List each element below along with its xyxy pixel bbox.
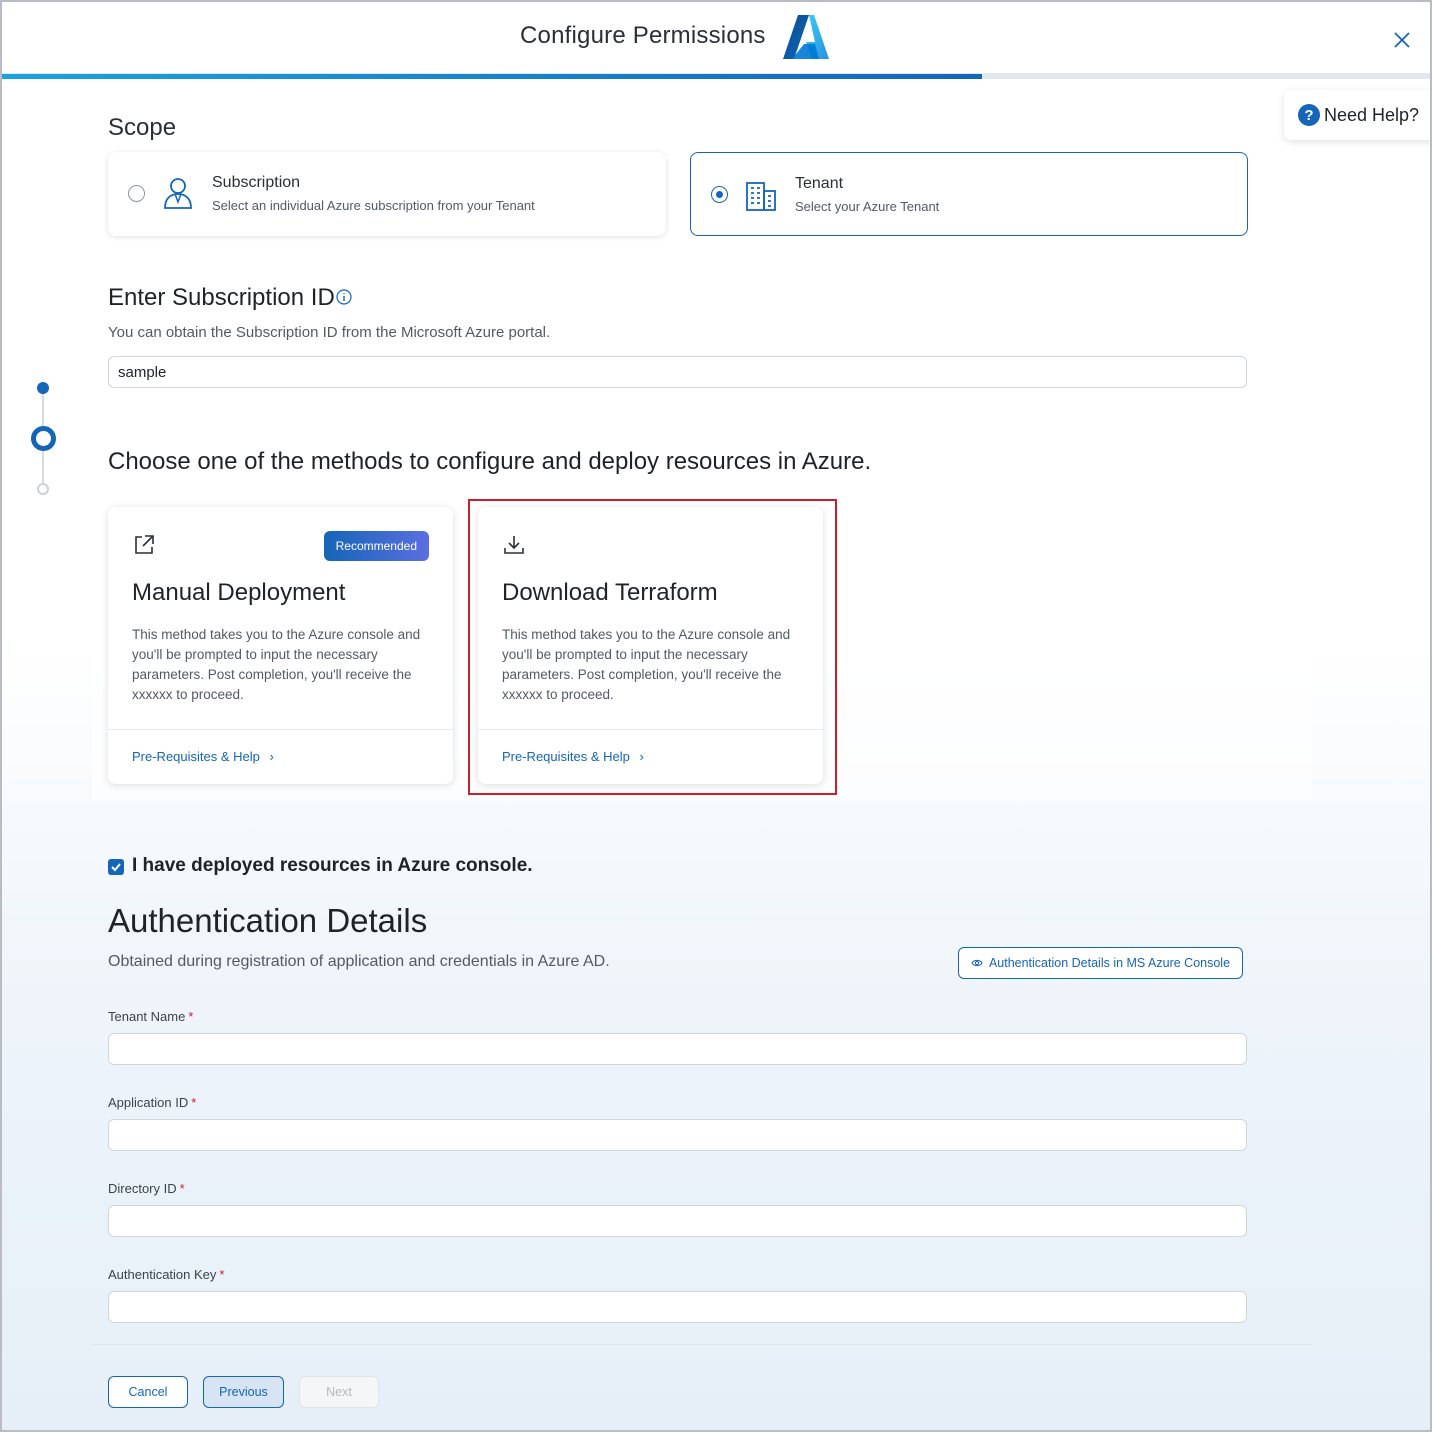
chevron-right-icon: ›: [269, 749, 274, 764]
progress-bar: [2, 74, 1430, 79]
auth-details-title: Authentication Details: [108, 902, 428, 939]
method-card-download-terraform[interactable]: Download Terraform This method takes you…: [478, 507, 823, 784]
tenant-name-label: Tenant Name *: [108, 1009, 193, 1024]
tenant-name-input[interactable]: [108, 1033, 1247, 1065]
info-icon[interactable]: [336, 289, 352, 305]
scope-option-tenant[interactable]: Tenant Select your Azure Tenant: [690, 152, 1248, 236]
scope-option-description: Select an individual Azure subscription …: [212, 198, 535, 213]
scope-label: Scope: [108, 114, 177, 141]
help-icon: ?: [1298, 104, 1320, 126]
step-indicator-upcoming: [37, 483, 49, 495]
download-icon: [504, 536, 524, 554]
scope-option-title: Subscription: [212, 174, 301, 191]
application-id-label: Application ID *: [108, 1095, 196, 1110]
tenant-radio[interactable]: [711, 186, 728, 203]
close-icon[interactable]: [1388, 26, 1416, 54]
directory-id-label: Directory ID *: [108, 1181, 185, 1196]
dialog-header: Configure Permissions: [2, 2, 1430, 74]
method-card-manual-deployment[interactable]: Recommended Manual Deployment This metho…: [108, 507, 453, 784]
field-label-text: Authentication Key: [108, 1267, 217, 1282]
field-label-text: Directory ID: [108, 1181, 177, 1196]
subscription-radio[interactable]: [128, 185, 145, 202]
auth-details-console-button[interactable]: Authentication Details in MS Azure Conso…: [958, 947, 1243, 979]
dialog-title: Configure Permissions: [520, 22, 766, 49]
deployed-resources-checkbox[interactable]: [108, 859, 124, 875]
scope-option-description: Select your Azure Tenant: [795, 199, 940, 214]
required-mark: *: [188, 1009, 194, 1024]
user-icon: [164, 178, 192, 209]
eye-icon: [971, 959, 983, 967]
subscription-id-description: You can obtain the Subscription ID from …: [108, 324, 551, 341]
method-title: Download Terraform: [502, 579, 718, 606]
azure-logo-icon: [783, 15, 829, 59]
need-help-label: Need Help?: [1324, 104, 1420, 125]
required-mark: *: [191, 1095, 197, 1110]
deployed-resources-label: I have deployed resources in Azure conso…: [132, 855, 533, 876]
next-button[interactable]: Next: [299, 1376, 379, 1408]
building-icon: [746, 182, 776, 211]
authentication-key-input[interactable]: [108, 1291, 1247, 1323]
cancel-button[interactable]: Cancel: [108, 1376, 188, 1408]
application-id-input[interactable]: [108, 1119, 1247, 1151]
checkmark-icon: [111, 863, 121, 872]
scope-option-title: Tenant: [795, 175, 844, 192]
need-help-button[interactable]: ? Need Help?: [1284, 90, 1430, 140]
prerequisites-help-link[interactable]: Pre-Requisites & Help ›: [132, 749, 274, 764]
configure-permissions-dialog: Configure Permissions ? Need Help? Scope…: [0, 0, 1432, 1432]
footer-divider: [92, 1344, 1312, 1345]
required-mark: *: [219, 1267, 225, 1282]
auth-details-description: Obtained during registration of applicat…: [108, 953, 610, 970]
step-indicator-completed: [37, 382, 49, 394]
subscription-id-input[interactable]: [108, 356, 1247, 388]
prerequisites-help-label: Pre-Requisites & Help: [502, 749, 630, 764]
method-title: Manual Deployment: [132, 579, 346, 606]
required-mark: *: [179, 1181, 185, 1196]
external-link-icon: [135, 535, 154, 554]
authentication-key-label: Authentication Key *: [108, 1267, 224, 1282]
prerequisites-help-label: Pre-Requisites & Help: [132, 749, 260, 764]
methods-title: Choose one of the methods to configure a…: [108, 448, 872, 475]
method-divider: [108, 729, 453, 730]
subscription-id-title: Enter Subscription ID: [108, 284, 335, 311]
directory-id-input[interactable]: [108, 1205, 1247, 1237]
recommended-badge: Recommended: [323, 531, 429, 561]
method-description: This method takes you to the Azure conso…: [132, 627, 421, 702]
auth-details-console-label: Authentication Details in MS Azure Conso…: [988, 956, 1231, 970]
method-divider: [478, 729, 823, 730]
scope-option-subscription[interactable]: Subscription Select an individual Azure …: [108, 152, 666, 236]
prerequisites-help-link[interactable]: Pre-Requisites & Help ›: [502, 749, 644, 764]
field-label-text: Tenant Name: [108, 1009, 186, 1024]
field-label-text: Application ID: [108, 1095, 189, 1110]
progress-bar-fill: [2, 74, 982, 79]
method-description: This method takes you to the Azure conso…: [502, 627, 791, 702]
previous-button[interactable]: Previous: [203, 1376, 284, 1408]
step-indicator-current: [31, 426, 56, 451]
chevron-right-icon: ›: [639, 749, 644, 764]
